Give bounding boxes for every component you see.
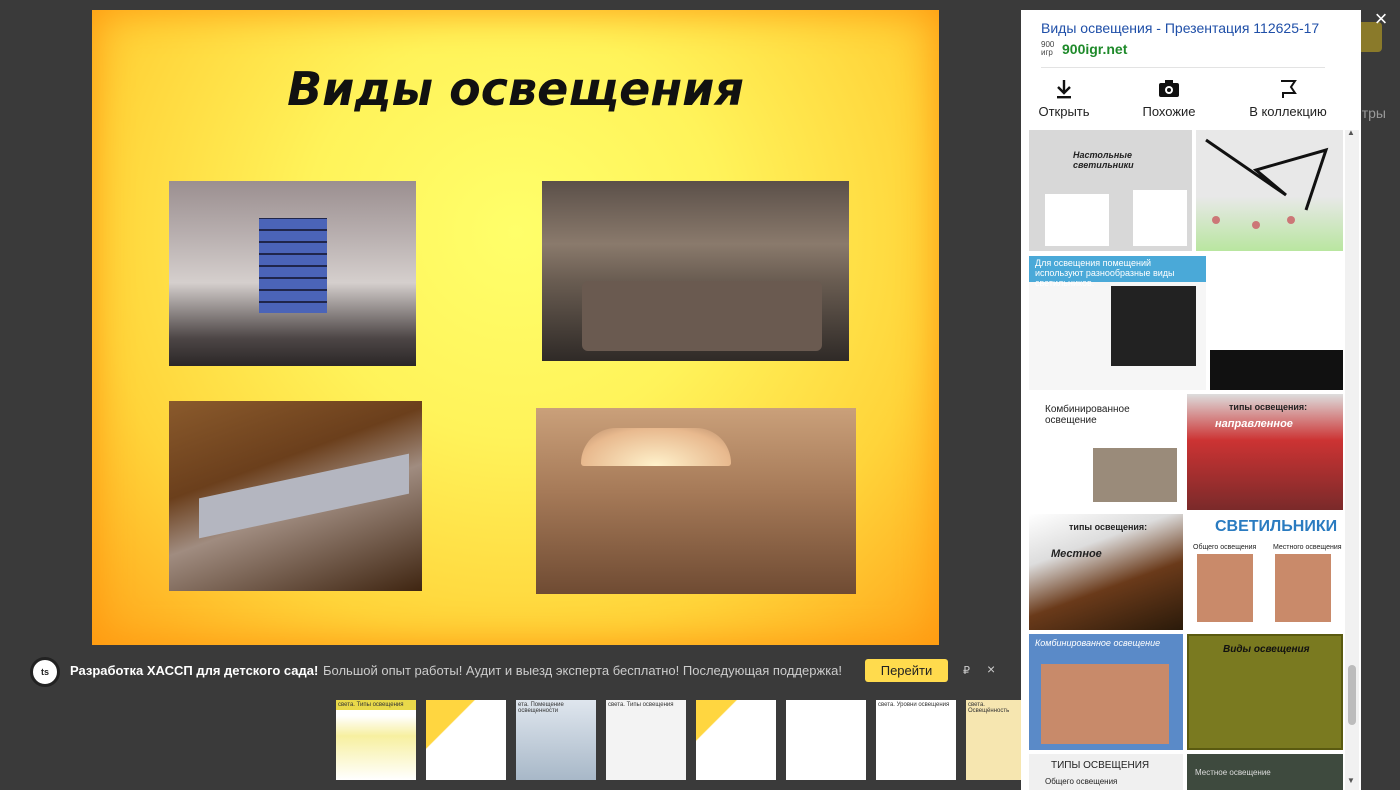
strip-thumb-6[interactable] [786,700,866,780]
thumb-caption: Местное [1051,548,1102,560]
thumb-room [1041,664,1169,744]
add-to-collection-button[interactable]: В коллекцию [1238,78,1338,119]
scroll-down-icon[interactable]: ▼ [1347,776,1355,785]
collection-label: В коллекцию [1249,104,1327,119]
thumb-room [1093,448,1177,502]
photo-window [259,218,327,313]
thumb-track-lights[interactable] [1196,130,1343,251]
thumb-types[interactable]: ТИПЫ ОСВЕЩЕНИЯ Общего освещения [1029,754,1183,790]
open-button[interactable]: Открыть [1014,78,1114,119]
close-icon[interactable]: × [1368,6,1394,32]
photo-kitchen [169,401,422,591]
thumb-caption: Общего освещения [1193,544,1257,551]
image-info-panel: Виды освещения - Презентация 112625-17 9… [1021,10,1361,790]
photo-bedroom [542,181,849,361]
photo-counter [199,453,409,539]
site-logo: 900 игр [1041,40,1055,57]
thumb-dark-band [1210,350,1343,390]
thumb-caption: типы освещения: [1069,522,1148,532]
slide-title: Виды освещения [287,62,744,116]
thumb-caption: Настольные светильники [1073,150,1134,170]
thumb-caption: Для освещения помещений используют разно… [1029,256,1206,288]
thumb-combined[interactable]: Комбинированное освещение [1029,394,1183,510]
panel-scrollbar[interactable]: ▲ ▼ [1345,128,1359,790]
thumb-directional[interactable]: типы освещения: направленное [1187,394,1343,510]
thumb-pendants [1111,286,1196,366]
thumb-caption: Местное освещение [1195,768,1271,777]
similar-images-grid: Настольные светильники Для освещения пом… [1029,130,1343,790]
bookmark-flag-icon [1238,78,1338,104]
thumb-caption: Местного освещения [1273,544,1342,551]
thumb-caption: Комбинированное освещение [1035,638,1161,648]
thumb-caption: Комбинированное освещение [1045,404,1130,426]
similar-label: Похожие [1142,104,1196,119]
thumb-light-diagram[interactable] [1210,256,1343,390]
thumb-light-types[interactable]: Для освещения помещений используют разно… [1029,256,1206,390]
thumb-lamp-pink [1045,194,1109,246]
thumb-fixtures[interactable]: СВЕТИЛЬНИКИ Общего освещения Местного ос… [1187,514,1343,630]
image-source-title[interactable]: Виды освещения - Презентация 112625-17 [1041,20,1319,36]
thumb-caption: ТИПЫ ОСВЕЩЕНИЯ [1051,760,1150,771]
thumb-caption: направленное [1215,418,1293,430]
strip-thumb-5[interactable] [696,700,776,780]
background-text: тры [1361,105,1386,121]
strip-thumb-2[interactable] [426,700,506,780]
strip-thumb-7[interactable]: света. Уровни освещения [876,700,956,780]
ad-text: Большой опыт работы! Аудит и выезд экспе… [323,663,843,678]
photo-bed [582,281,822,351]
strip-thumb-3[interactable]: ета. Помещение освещенности [516,700,596,780]
photo-lamp-flowers [536,408,856,594]
strip-thumb-4[interactable]: света. Типы освещения [606,700,686,780]
ad-close-icon[interactable]: × [987,661,995,677]
image-viewer: и тры Виды освещения Виды освещения - Пр… [0,0,1400,790]
thumb-caption: типы освещения: [1229,402,1308,412]
strip-thumb-1[interactable]: света. Типы освещения [336,700,416,780]
ad-go-button[interactable]: Перейти [865,659,948,682]
thumb-local[interactable]: типы освещения: Местное [1029,514,1183,630]
thumb-table-lamps[interactable]: Настольные светильники [1029,130,1192,251]
ad-currency-icon[interactable]: ₽ [963,664,970,677]
open-label: Открыть [1038,104,1090,119]
similar-button[interactable]: Похожие [1119,78,1219,119]
thumb-room [1197,554,1253,622]
strip-thumb-8[interactable]: света. Освещённость [966,700,1021,780]
photo-room-lights [169,181,416,366]
thumb-combined-2[interactable]: Комбинированное освещение [1029,634,1183,750]
ad-title[interactable]: Разработка ХАССП для детского сада! [70,663,318,678]
thumb-lamp-shade [1133,190,1187,246]
thumb-caption: Виды освещения [1223,644,1310,655]
thumb-caption: СВЕТИЛЬНИКИ [1215,518,1338,535]
thumb-room [1275,554,1331,622]
scroll-thumb[interactable] [1348,665,1356,725]
download-icon [1014,78,1114,104]
scroll-up-icon[interactable]: ▲ [1347,128,1355,137]
thumb-caption: Общего освещения [1045,777,1118,786]
main-image[interactable]: Виды освещения [92,10,939,645]
site-link[interactable]: 900igr.net [1062,41,1127,57]
ad-logo: ts [30,657,60,687]
divider [1041,67,1325,68]
photo-lamp [581,428,731,466]
ad-bar: ts Разработка ХАССП для детского сада! Б… [30,655,1010,687]
thumb-local-2[interactable]: Местное освещение [1187,754,1343,790]
thumb-light-types-2[interactable]: Виды освещения [1187,634,1343,750]
camera-search-icon [1119,78,1219,104]
